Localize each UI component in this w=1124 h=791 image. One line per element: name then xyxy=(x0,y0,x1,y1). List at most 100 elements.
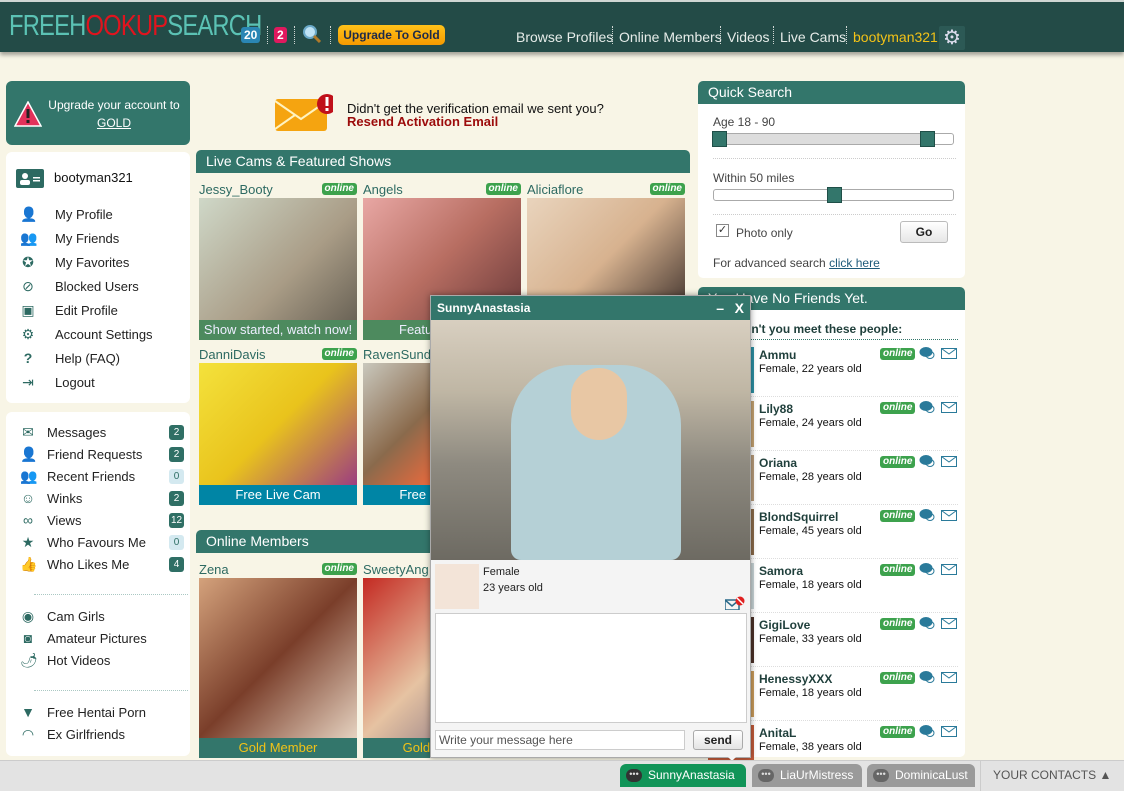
gold-link[interactable]: GOLD xyxy=(44,116,184,130)
search-icon[interactable] xyxy=(302,24,322,44)
mail-icon[interactable] xyxy=(941,402,957,413)
menu-item-winks[interactable]: ☺ Winks 2 xyxy=(6,488,190,510)
cam-name[interactable]: DanniDavis xyxy=(199,347,265,362)
photo-only-checkbox[interactable]: ✓ xyxy=(716,224,729,237)
friend-name[interactable]: Ammu xyxy=(759,348,796,362)
online-badge: online xyxy=(880,456,916,468)
message-input[interactable]: Write your message here xyxy=(435,730,685,750)
menu-item-who-favours-me[interactable]: ★ Who Favours Me 0 xyxy=(6,532,190,554)
close-button[interactable]: X xyxy=(735,296,744,320)
mail-icon[interactable] xyxy=(941,348,957,359)
menu-item-amateur-pictures[interactable]: ◙ Amateur Pictures xyxy=(6,628,190,650)
member-thumbnail[interactable] xyxy=(199,578,357,738)
chat-icon[interactable] xyxy=(919,562,935,576)
nav-username[interactable]: bootyman321 xyxy=(853,29,938,45)
go-button[interactable]: Go xyxy=(900,221,948,243)
menu-item-logout[interactable]: ⇥ Logout xyxy=(6,372,190,394)
friend-name[interactable]: BlondSquirrel xyxy=(759,510,838,524)
menu-item-my-favorites[interactable]: ✪ My Favorites xyxy=(6,252,190,274)
advanced-search-link[interactable]: click here xyxy=(829,256,880,270)
distance-slider[interactable] xyxy=(713,187,954,203)
menu-item-cam-girls[interactable]: ◉ Cam Girls xyxy=(6,606,190,628)
count-badge: 4 xyxy=(169,557,184,572)
chat-icon[interactable] xyxy=(919,508,935,522)
chat-icon[interactable] xyxy=(919,400,935,414)
id-card-icon xyxy=(16,169,44,188)
send-button[interactable]: send xyxy=(693,730,743,750)
messages-badge[interactable]: 20 xyxy=(241,27,261,43)
webcam-video[interactable] xyxy=(431,320,750,560)
menu-label: My Favorites xyxy=(55,255,130,270)
distance-handle[interactable] xyxy=(827,187,842,203)
cam-thumbnail[interactable] xyxy=(199,198,357,320)
mail-icon[interactable] xyxy=(941,672,957,683)
menu-item-free-hentai[interactable]: ▼ Free Hentai Porn xyxy=(6,702,190,724)
divider xyxy=(773,26,774,44)
your-contacts-button[interactable]: YOUR CONTACTS ▲ xyxy=(980,761,1120,791)
member-caption[interactable]: Gold Member xyxy=(199,738,357,758)
nav-live-cams[interactable]: Live Cams xyxy=(780,29,846,45)
menu-item-recent-friends[interactable]: 👥 Recent Friends 0 xyxy=(6,466,190,488)
nav-online-members[interactable]: Online Members xyxy=(619,29,722,45)
online-badge: online xyxy=(321,183,357,195)
cam-name[interactable]: Jessy_Booty xyxy=(199,182,273,197)
friend-name[interactable]: GigiLove xyxy=(759,618,810,632)
menu-item-views[interactable]: ∞ Views 12 xyxy=(6,510,190,532)
menu-item-hot-videos[interactable]: 🌶 Hot Videos xyxy=(6,650,190,672)
menu-item-messages[interactable]: ✉ Messages 2 xyxy=(6,422,190,444)
mail-icon[interactable] xyxy=(941,456,957,467)
gear-icon[interactable]: ⚙ xyxy=(939,26,965,50)
upgrade-to-gold-button[interactable]: Upgrade To Gold xyxy=(338,25,445,45)
friend-name[interactable]: HenessyXXX xyxy=(759,672,832,686)
cam-name[interactable]: Aliciaflore xyxy=(527,182,583,197)
chat-icon[interactable] xyxy=(919,670,935,684)
mail-blocked-icon[interactable] xyxy=(725,596,745,610)
nav-browse-profiles[interactable]: Browse Profiles xyxy=(516,29,613,45)
menu-item-ex-girlfriends[interactable]: ◠ Ex Girlfriends xyxy=(6,724,190,746)
chat-icon[interactable] xyxy=(919,454,935,468)
minimize-button[interactable]: – xyxy=(716,296,724,320)
menu-item-help[interactable]: ? Help (FAQ) xyxy=(6,348,190,370)
member-name[interactable]: SweetyAng xyxy=(363,562,429,577)
cam-caption[interactable]: Show started, watch now! xyxy=(199,320,357,340)
age-max-handle[interactable] xyxy=(920,131,935,147)
menu-item-friend-requests[interactable]: 👤 Friend Requests 2 xyxy=(6,444,190,466)
binoculars-icon: ∞ xyxy=(23,512,33,528)
chat-icon[interactable] xyxy=(919,616,935,630)
cam-caption[interactable]: Free Live Cam xyxy=(199,485,357,505)
chat-tab-dominicalust[interactable]: ••• DominicaLust xyxy=(867,764,975,787)
menu-item-account-settings[interactable]: ⚙ Account Settings xyxy=(6,324,190,346)
cam-name[interactable]: RavenSund xyxy=(363,347,431,362)
friend-name[interactable]: AnitaL xyxy=(759,726,796,740)
mail-icon[interactable] xyxy=(941,726,957,737)
chat-tab-sunnyanastasia[interactable]: ••• SunnyAnastasia xyxy=(620,764,746,787)
member-name[interactable]: Zena xyxy=(199,562,229,577)
cam-name[interactable]: Angels xyxy=(363,182,403,197)
mail-icon[interactable] xyxy=(941,618,957,629)
divider xyxy=(330,26,331,44)
friend-name[interactable]: Samora xyxy=(759,564,803,578)
menu-item-who-likes-me[interactable]: 👍 Who Likes Me 4 xyxy=(6,554,190,576)
menu-item-my-profile[interactable]: 👤 My Profile xyxy=(6,204,190,226)
online-badge: online xyxy=(485,183,521,195)
friend-name[interactable]: Oriana xyxy=(759,456,797,470)
chat-profile-photo[interactable] xyxy=(435,564,479,609)
chat-tab-liaurmistress[interactable]: ••• LiaUrMistress xyxy=(752,764,862,787)
mail-icon[interactable] xyxy=(941,510,957,521)
age-min-handle[interactable] xyxy=(712,131,727,147)
resend-activation-link[interactable]: Resend Activation Email xyxy=(347,114,647,129)
menu-item-my-friends[interactable]: 👥 My Friends xyxy=(6,228,190,250)
cam-thumbnail[interactable] xyxy=(199,363,357,485)
nav-videos[interactable]: Videos xyxy=(727,29,770,45)
chat-icon[interactable] xyxy=(919,724,935,738)
menu-item-edit-profile[interactable]: ▣ Edit Profile xyxy=(6,300,190,322)
menu-item-blocked-users[interactable]: ⊘ Blocked Users xyxy=(6,276,190,298)
mail-icon[interactable] xyxy=(941,564,957,575)
chat-icon[interactable] xyxy=(919,346,935,360)
friend-name[interactable]: Lily88 xyxy=(759,402,793,416)
chat-title-bar[interactable]: SunnyAnastasia – X xyxy=(431,296,750,320)
site-logo[interactable]: FREEHOOKUPSEARCH xyxy=(9,10,262,43)
alerts-badge[interactable]: 2 xyxy=(274,27,287,43)
upgrade-account-box[interactable]: Upgrade your account to GOLD xyxy=(6,81,190,145)
age-slider[interactable] xyxy=(712,131,954,147)
